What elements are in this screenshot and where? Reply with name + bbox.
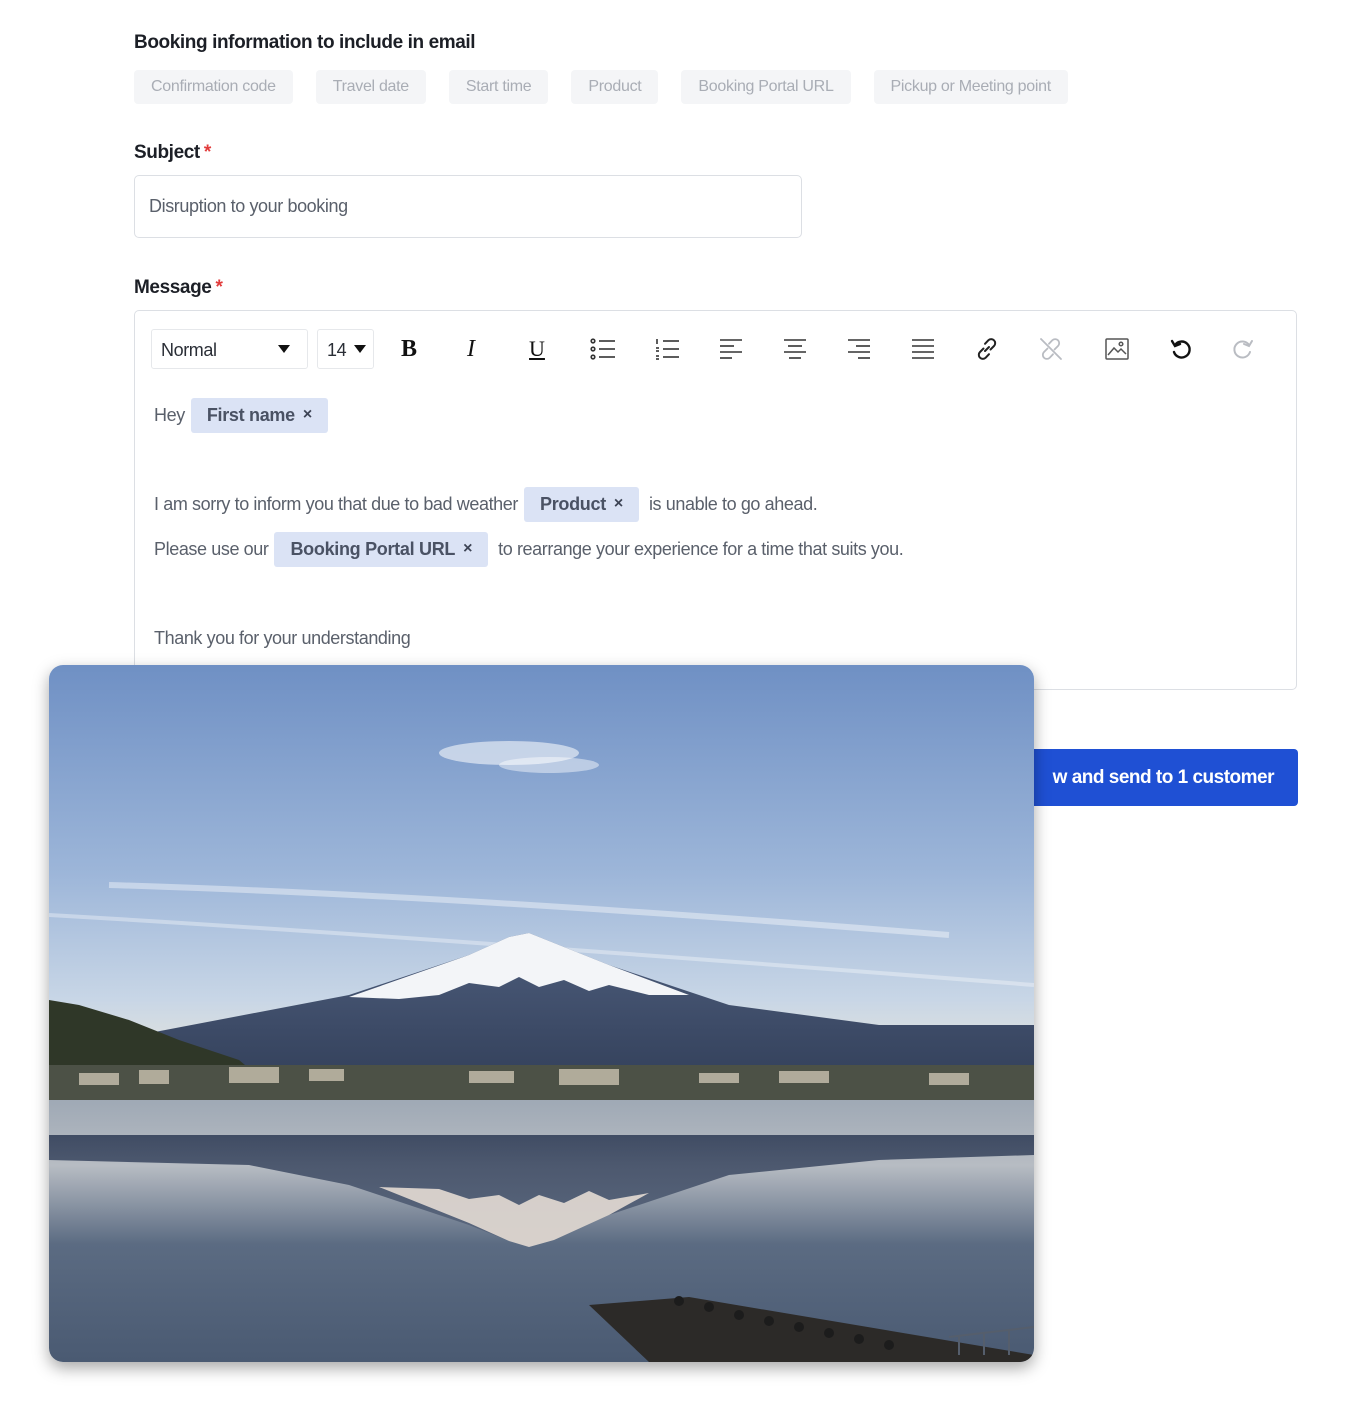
align-left-icon	[720, 339, 742, 359]
underline-button[interactable]: U	[519, 331, 555, 367]
numbered-list-icon	[656, 339, 679, 360]
chevron-down-icon	[278, 345, 290, 353]
greeting-text: Hey	[154, 404, 185, 425]
booking-info-chips: Confirmation code Travel date Start time…	[134, 70, 1091, 104]
remove-tag-icon[interactable]: ×	[303, 406, 312, 424]
image-icon	[1105, 338, 1129, 360]
align-center-button[interactable]	[777, 331, 813, 367]
link-button[interactable]	[969, 331, 1005, 367]
chip-booking-portal-url[interactable]: Booking Portal URL	[681, 70, 851, 104]
bold-icon: B	[400, 335, 417, 362]
align-center-icon	[784, 339, 806, 359]
redo-icon	[1233, 340, 1253, 359]
required-mark: *	[203, 142, 211, 163]
align-justify-button[interactable]	[905, 331, 941, 367]
unlink-icon	[1040, 338, 1062, 360]
line2-before-text: Please use our	[154, 538, 269, 559]
chip-travel-date[interactable]: Travel date	[315, 70, 426, 104]
italic-button[interactable]: I	[453, 331, 489, 367]
tag-first-name: First name ×	[190, 397, 328, 433]
redo-button[interactable]	[1225, 331, 1261, 367]
line1-after-text: is unable to go ahead.	[648, 493, 818, 514]
insert-image-button[interactable]	[1099, 331, 1135, 367]
subject-label-text: Subject	[134, 142, 200, 163]
editor-toolbar: Normal 14 B I U	[151, 329, 1271, 371]
remove-tag-icon[interactable]: ×	[614, 495, 623, 513]
align-left-button[interactable]	[713, 331, 749, 367]
text-style-value: Normal	[161, 340, 217, 360]
line2-after-text: to rearrange your experience for a time …	[498, 538, 904, 559]
chip-product[interactable]: Product	[571, 70, 659, 104]
body-line-1: I am sorry to inform you that due to bad…	[154, 486, 818, 522]
subject-label: Subject *	[134, 142, 211, 164]
undo-icon	[1170, 339, 1191, 359]
tag-product-label: Product	[540, 493, 606, 514]
closing-text: Thank you for your understanding	[154, 627, 411, 648]
bullet-list-icon	[590, 338, 615, 360]
numbered-list-button[interactable]	[649, 331, 685, 367]
bold-button[interactable]: B	[391, 331, 427, 367]
tag-booking-portal-url: Booking Portal URL ×	[274, 531, 489, 567]
italic-icon: I	[467, 335, 475, 362]
required-mark: *	[215, 277, 223, 298]
mountain-lake-photo	[49, 665, 1034, 1362]
line1-before-text: I am sorry to inform you that due to bad…	[154, 493, 518, 514]
chevron-down-icon	[354, 345, 366, 353]
tag-first-name-label: First name	[206, 404, 295, 425]
message-label-text: Message	[134, 277, 212, 298]
link-icon	[977, 338, 997, 360]
greeting-line: Hey First name ×	[154, 397, 338, 433]
font-size-value: 14	[327, 340, 347, 360]
body-line-2: Please use our Booking Portal URL × to r…	[154, 531, 904, 567]
text-style-select[interactable]: Normal	[151, 329, 308, 369]
message-editor[interactable]: Normal 14 B I U Hey First name × I am so…	[134, 310, 1297, 690]
remove-tag-icon[interactable]: ×	[463, 540, 472, 558]
closing-line: Thank you for your understanding	[154, 620, 411, 656]
tag-portal-label: Booking Portal URL	[290, 538, 456, 559]
send-button-label: w and send to 1 customer	[1052, 766, 1275, 788]
booking-info-heading: Booking information to include in email	[134, 32, 476, 53]
bullet-list-button[interactable]	[585, 331, 621, 367]
chip-start-time[interactable]: Start time	[448, 70, 549, 104]
align-right-button[interactable]	[841, 331, 877, 367]
tag-product: Product ×	[524, 486, 639, 522]
font-size-select[interactable]: 14	[317, 329, 374, 369]
chip-pickup-meeting-point[interactable]: Pickup or Meeting point	[873, 70, 1068, 104]
unlink-button[interactable]	[1033, 331, 1069, 367]
align-right-icon	[848, 339, 870, 359]
chip-confirmation-code[interactable]: Confirmation code	[134, 70, 293, 104]
undo-button[interactable]	[1163, 331, 1199, 367]
message-label: Message *	[134, 277, 223, 299]
underline-icon: U	[529, 336, 545, 361]
subject-input[interactable]	[134, 175, 802, 238]
mountain-lake-image	[49, 665, 1034, 1362]
align-justify-icon	[912, 339, 934, 359]
